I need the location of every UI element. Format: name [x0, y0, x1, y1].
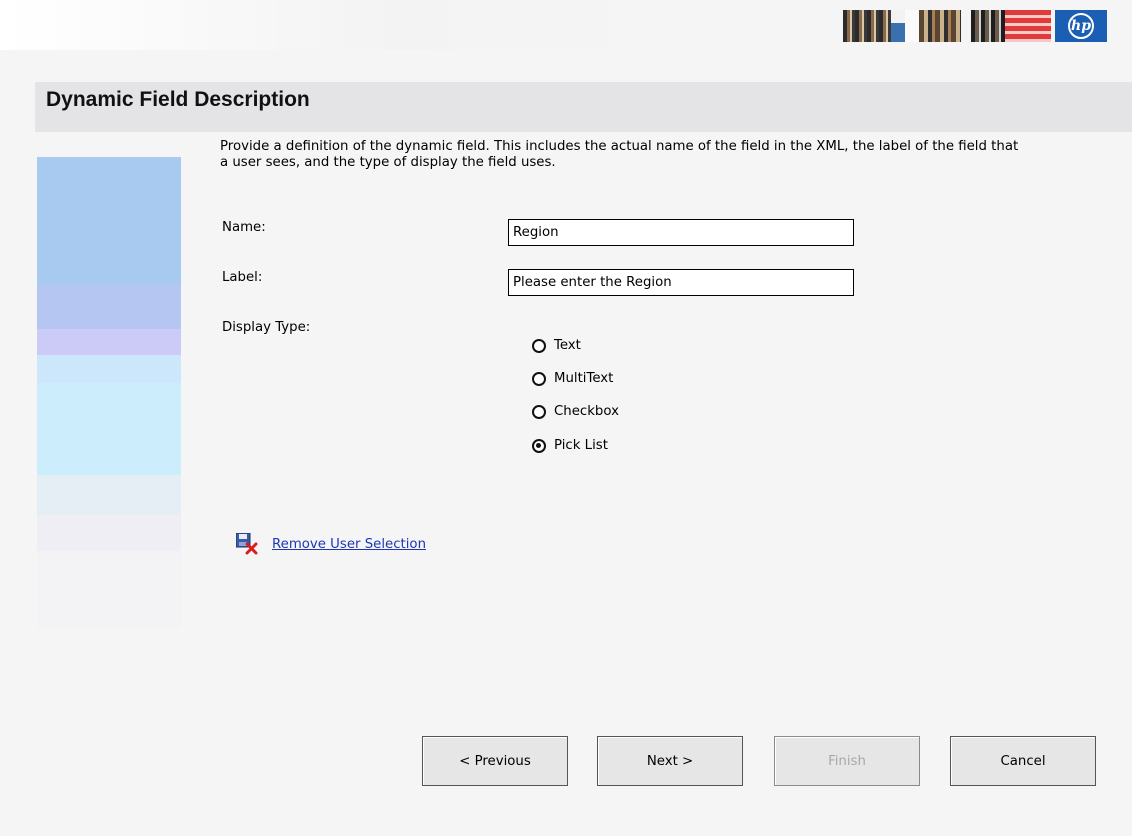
description-text: Provide a definition of the dynamic fiel… [220, 139, 1019, 170]
radio-label: MultiText [554, 371, 614, 386]
label-label: Label: [222, 270, 263, 285]
radio-label: Text [554, 338, 581, 353]
remove-user-selection[interactable]: Remove User Selection [235, 532, 426, 555]
radio-option-text[interactable]: Text [532, 338, 581, 353]
delete-disk-icon [235, 532, 258, 555]
banner-image-2 [891, 10, 905, 42]
previous-button[interactable]: < Previous [422, 736, 568, 786]
banner-image-3 [905, 10, 919, 42]
banner-image-4 [919, 10, 961, 42]
header-logo-strip: hp [843, 10, 1121, 42]
display-type-label: Display Type: [222, 320, 311, 335]
title-band: Dynamic Field Description [35, 82, 1132, 132]
radio-label: Pick List [554, 438, 608, 453]
hp-logo: hp [1055, 10, 1107, 42]
radio-button[interactable] [532, 338, 546, 353]
radio-button[interactable] [532, 371, 546, 386]
finish-button[interactable]: Finish [774, 736, 920, 786]
label-input[interactable] [508, 269, 854, 296]
remove-user-selection-link[interactable]: Remove User Selection [272, 537, 426, 552]
radio-button-selected[interactable] [532, 438, 546, 453]
page-title: Dynamic Field Description [46, 88, 310, 111]
radio-option-multitext[interactable]: MultiText [532, 371, 613, 386]
cancel-button[interactable]: Cancel [950, 736, 1096, 786]
top-banner-fade [0, 0, 660, 50]
banner-image-6 [971, 10, 1005, 42]
name-input[interactable] [508, 219, 854, 246]
hp-logo-mark: hp [1068, 13, 1094, 39]
radio-button[interactable] [532, 404, 546, 419]
banner-image-1 [843, 10, 891, 42]
banner-image-5 [961, 10, 971, 42]
banner-image-7 [1005, 10, 1051, 42]
radio-label: Checkbox [554, 404, 619, 419]
decorative-sidebar [37, 157, 181, 627]
next-button[interactable]: Next > [597, 736, 743, 786]
radio-option-pick-list[interactable]: Pick List [532, 438, 608, 453]
name-label: Name: [222, 220, 266, 235]
radio-option-checkbox[interactable]: Checkbox [532, 404, 619, 419]
